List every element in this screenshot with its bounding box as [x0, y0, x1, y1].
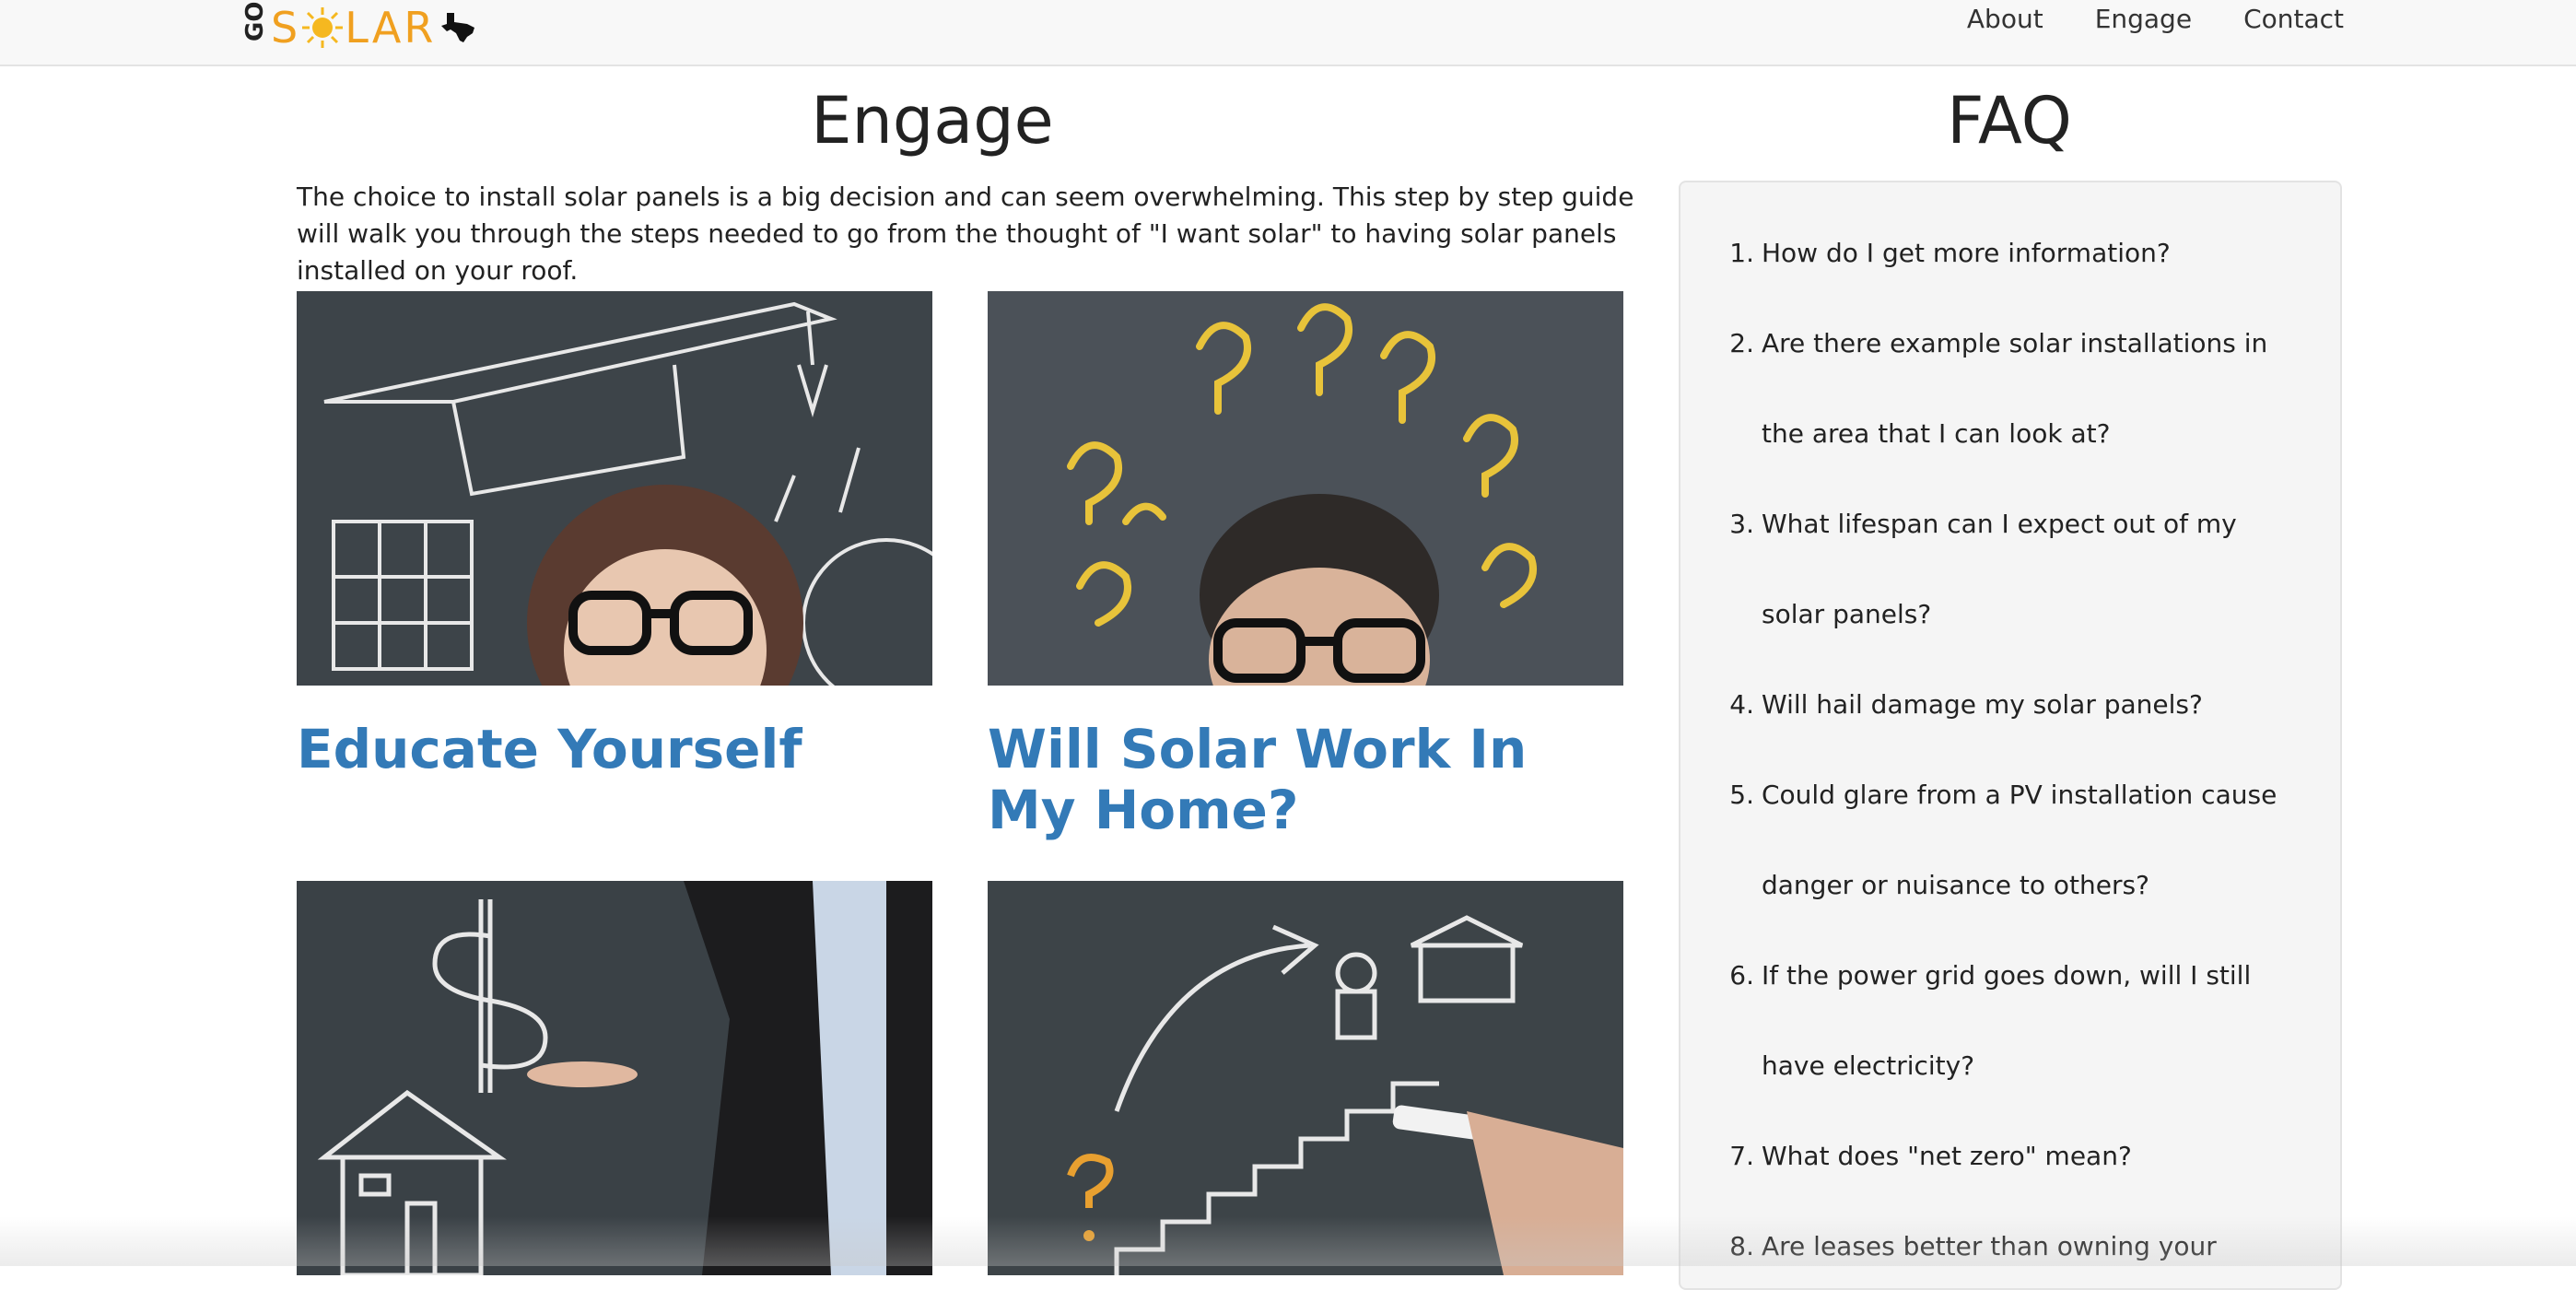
chalkboard-dollar-house-illustration [297, 881, 932, 1275]
faq-question: Are there example solar installations in… [1762, 328, 2268, 449]
faq-number: 4. [1729, 689, 1754, 720]
faq-number: 5. [1729, 780, 1754, 810]
faq-item[interactable]: 1. How do I get more information? [1680, 208, 2340, 299]
cost-card-image[interactable] [297, 881, 932, 1275]
will-solar-work-image[interactable] [988, 291, 1623, 686]
faq-item[interactable]: 2. Are there example solar installations … [1680, 299, 2340, 479]
gosolar-logo[interactable]: GO S LAR [241, 2, 476, 53]
nav-engage-link[interactable]: Engage [2069, 0, 2218, 39]
faq-item[interactable]: 3. What lifespan can I expect out of my s… [1680, 479, 2340, 660]
faq-question: What lifespan can I expect out of my sol… [1762, 509, 2237, 629]
faq-number: 7. [1729, 1141, 1754, 1171]
educate-yourself-link[interactable]: Educate Yourself [297, 719, 932, 780]
logo-s: S [271, 3, 301, 53]
steps-card-image[interactable] [988, 881, 1623, 1275]
navbar: GO S LAR About Engage Contact [0, 0, 2576, 66]
logo-go-text: GO [241, 1, 269, 41]
faq-list: 1. How do I get more information? 2. Are t… [1680, 208, 2340, 1288]
logo-lar: LAR [345, 3, 437, 53]
chalkboard-graduation-illustration [297, 291, 932, 686]
faq-question: What does "net zero" mean? [1762, 1141, 2132, 1171]
engage-intro: The choice to install solar panels is a … [297, 182, 1634, 286]
faq-item[interactable]: 7. What does "net zero" mean? [1680, 1111, 2340, 1202]
faq-item[interactable]: 6. If the power grid goes down, will I st… [1680, 931, 2340, 1111]
faq-question: Are leases better than owning your [1762, 1231, 2217, 1261]
faq-heading: FAQ [1947, 83, 2072, 158]
faq-question: Could glare from a PV installation cause… [1762, 780, 2277, 900]
faq-number: 6. [1729, 960, 1754, 991]
faq-number: 3. [1729, 509, 1754, 539]
faq-question: Will hail damage my solar panels? [1762, 689, 2203, 720]
chalkboard-question-marks-illustration [988, 291, 1623, 686]
faq-number: 1. [1729, 238, 1754, 268]
faq-question: If the power grid goes down, will I stil… [1762, 960, 2252, 1081]
faq-item[interactable]: 4. Will hail damage my solar panels? [1680, 660, 2340, 750]
faq-item[interactable]: 8. Are leases better than owning your [1680, 1202, 2340, 1288]
engage-heading: Engage [811, 83, 1054, 158]
educate-yourself-image[interactable] [297, 291, 932, 686]
faq-item[interactable]: 5. Could glare from a PV installation cau… [1680, 750, 2340, 931]
nav-links: About Engage Contact [1941, 0, 2344, 39]
will-solar-work-link[interactable]: Will Solar Work In My Home? [988, 719, 1623, 840]
faq-number: 8. [1729, 1231, 1754, 1261]
faq-number: 2. [1729, 328, 1754, 358]
texas-icon [441, 13, 475, 42]
faq-panel: 1. How do I get more information? 2. Are t… [1679, 181, 2342, 1290]
nav-contact-link[interactable]: Contact [2218, 0, 2344, 39]
nav-about-link[interactable]: About [1941, 0, 2069, 39]
logo-solar-text: S LAR [271, 3, 436, 53]
faq-question: How do I get more information? [1762, 238, 2171, 268]
chalkboard-stairs-illustration [988, 881, 1623, 1275]
sun-icon [302, 7, 344, 48]
